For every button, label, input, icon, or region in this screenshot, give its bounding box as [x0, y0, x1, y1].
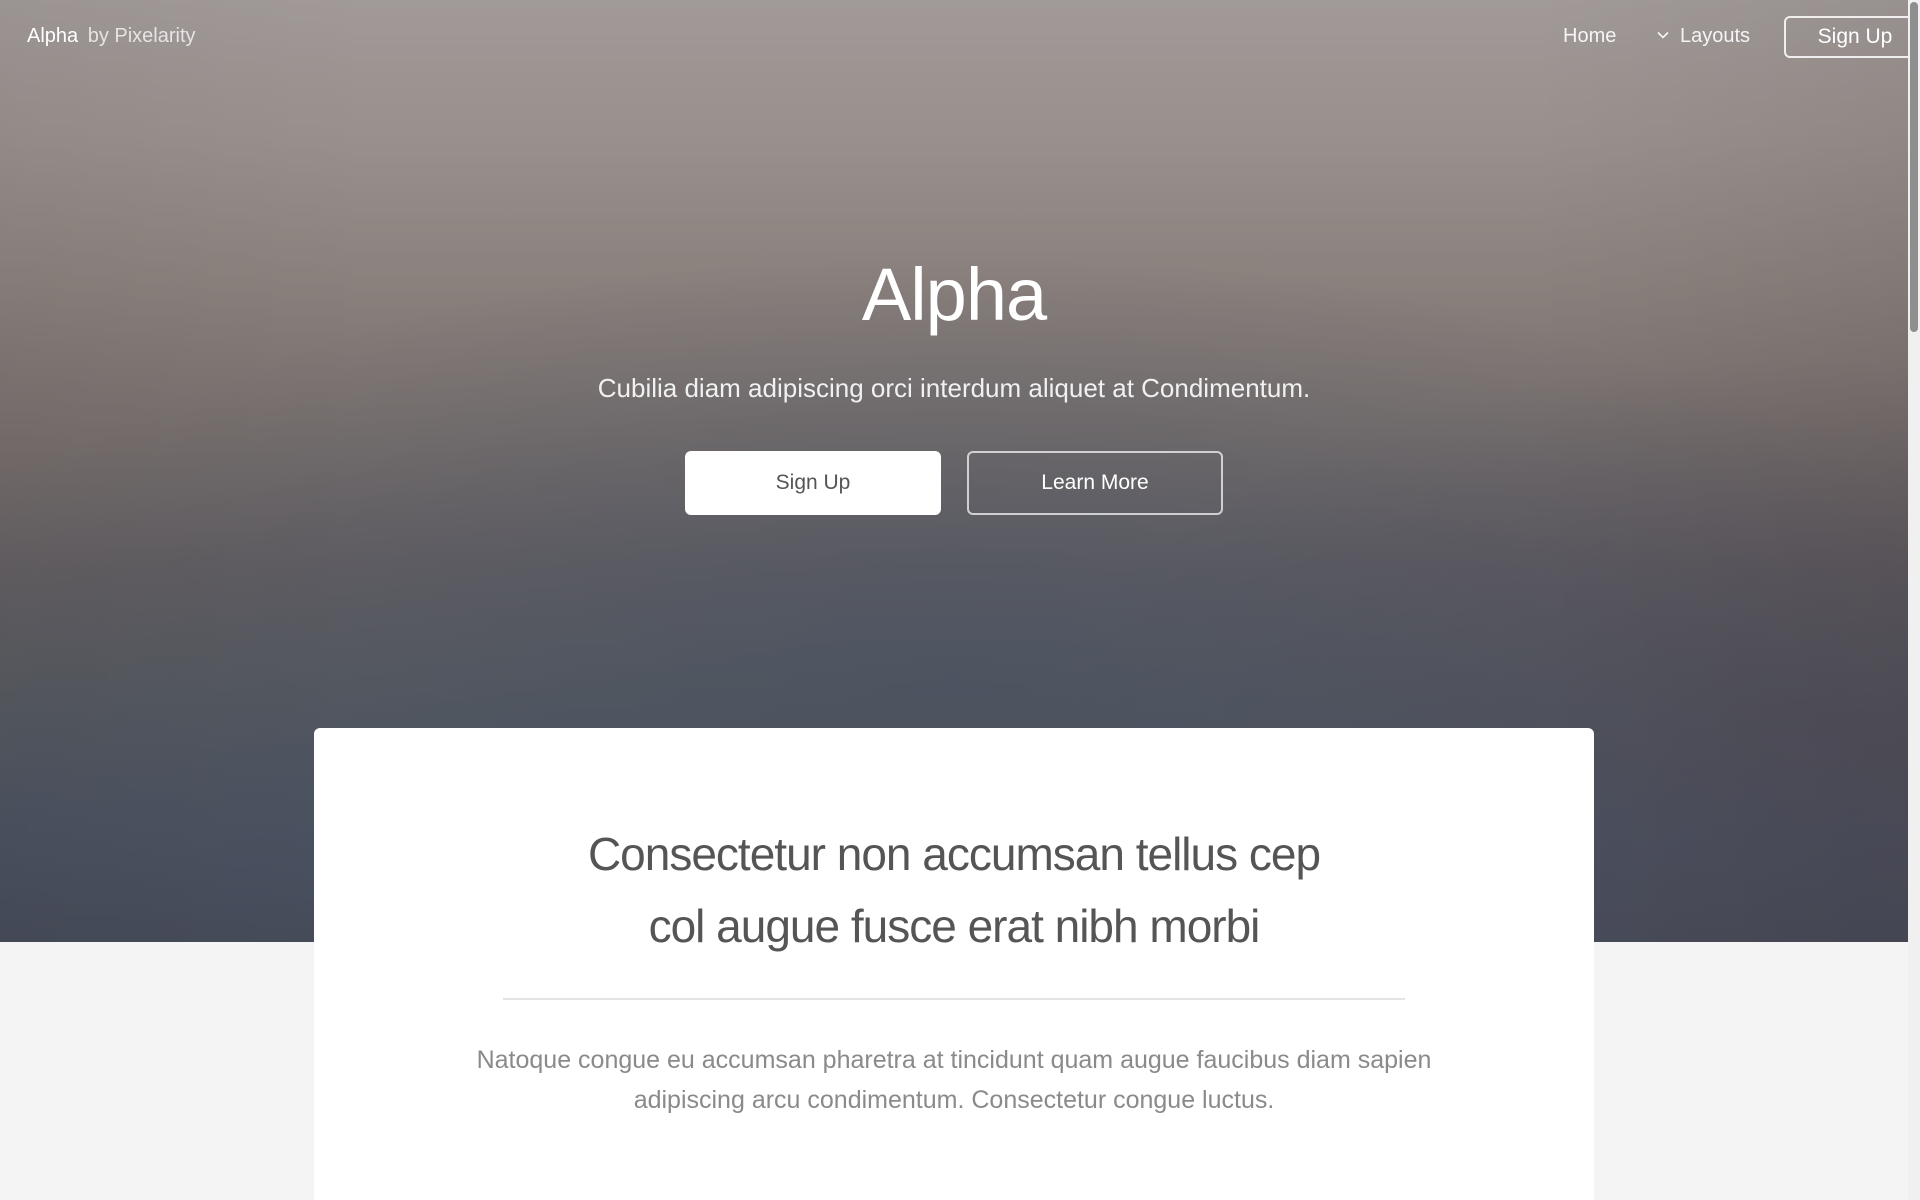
page: Alpha by Pixelarity Home Layouts Sign Up…: [0, 0, 1920, 1200]
nav-home-link[interactable]: Home: [1563, 22, 1616, 50]
nav-layouts-dropdown[interactable]: Layouts: [1656, 22, 1750, 50]
card-paragraph: Natoque congue eu accumsan pharetra at t…: [314, 1040, 1594, 1120]
site-header: Alpha by Pixelarity Home Layouts Sign Up: [0, 0, 1920, 72]
hero-signup-button[interactable]: Sign Up: [685, 451, 941, 515]
page-scrollbar[interactable]: [1908, 0, 1920, 1200]
card-heading-line-1: Consectetur non accumsan tellus cep: [587, 828, 1321, 880]
main-nav: Home Layouts Sign Up: [0, 0, 1920, 72]
card-paragraph-line-2: adipiscing arcu condimentum. Consectetur…: [633, 1086, 1275, 1114]
card-divider: [503, 998, 1405, 1000]
hero-title: Alpha: [861, 253, 1047, 336]
card-paragraph-line-1: Natoque congue eu accumsan pharetra at t…: [476, 1046, 1432, 1074]
card-heading-line-2: col augue fusce erat nibh morbi: [648, 900, 1261, 952]
nav-signup-button[interactable]: Sign Up: [1784, 16, 1920, 58]
hero-subtitle: Cubilia diam adipiscing orci interdum al…: [597, 373, 1311, 403]
hero-learn-more-button[interactable]: Learn More: [967, 451, 1223, 515]
card-heading: Consectetur non accumsan tellus cep col …: [314, 818, 1594, 962]
scrollbar-thumb[interactable]: [1910, 2, 1918, 332]
chevron-down-icon: [1656, 28, 1670, 42]
content-card: Consectetur non accumsan tellus cep col …: [314, 728, 1594, 1200]
nav-layouts-label: Layouts: [1680, 25, 1751, 47]
